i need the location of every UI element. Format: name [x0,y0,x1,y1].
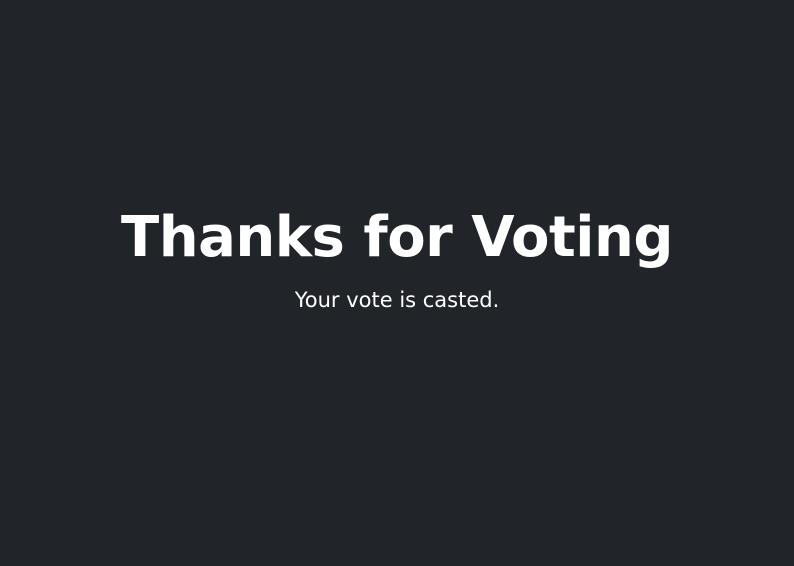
confirmation-text: Your vote is casted. [294,288,500,312]
page-title: Thanks for Voting [121,205,673,270]
confirmation-message: Thanks for Voting Your vote is casted. [0,200,794,314]
vote-confirmation-page: Thanks for Voting Your vote is casted. [0,0,794,566]
